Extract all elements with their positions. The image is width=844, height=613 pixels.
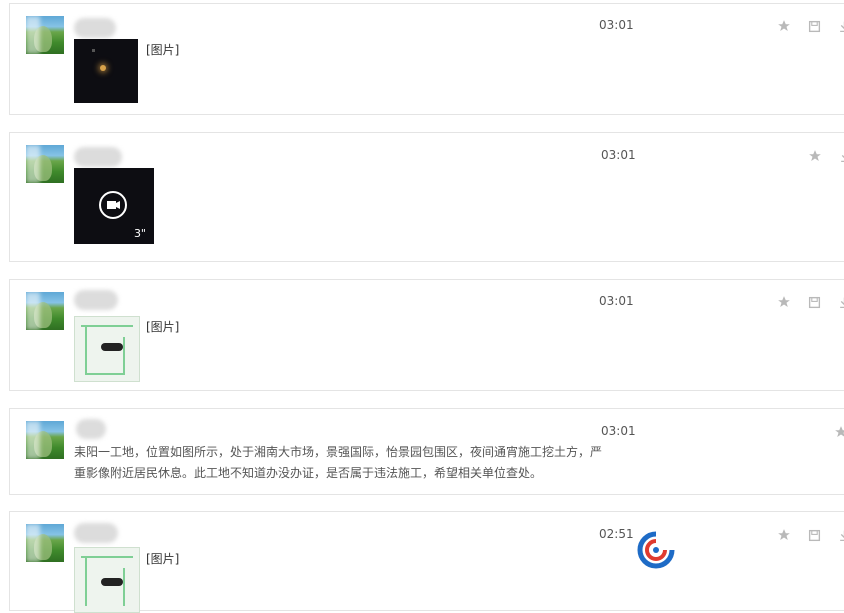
sender-name-blurred bbox=[76, 419, 106, 439]
sender-name-blurred bbox=[74, 523, 118, 543]
star-icon[interactable] bbox=[775, 17, 793, 35]
message-card: 耒阳一工地，位置如图所示，处于湘南大市场，景强国际，怡景园包围区，夜间通宵施工挖… bbox=[9, 408, 844, 495]
message-card: 3" 03:01 bbox=[9, 132, 844, 262]
message-time: 03:01 bbox=[599, 18, 634, 32]
message-time: 02:51 bbox=[599, 527, 634, 541]
message-card: [图片] 02:51 bbox=[9, 511, 844, 613]
sender-name-blurred bbox=[74, 147, 122, 167]
image-thumbnail[interactable] bbox=[74, 39, 138, 103]
star-icon[interactable] bbox=[775, 526, 793, 544]
sender-name-blurred bbox=[74, 290, 118, 310]
download-icon[interactable] bbox=[835, 526, 844, 544]
message-text: 耒阳一工地，位置如图所示，处于湘南大市场，景强国际，怡景园包围区，夜间通宵施工挖… bbox=[74, 442, 614, 484]
message-card: [图片] 03:01 bbox=[9, 3, 844, 115]
image-placeholder-label: [图片] bbox=[146, 320, 180, 334]
save-icon[interactable] bbox=[805, 17, 823, 35]
map-image-thumbnail[interactable] bbox=[74, 316, 140, 382]
video-play-icon[interactable] bbox=[99, 191, 127, 219]
message-time: 03:01 bbox=[599, 294, 634, 308]
save-icon[interactable] bbox=[805, 526, 823, 544]
download-icon[interactable] bbox=[835, 17, 844, 35]
message-time: 03:01 bbox=[601, 148, 636, 162]
map-image-thumbnail[interactable] bbox=[74, 547, 140, 613]
download-icon[interactable] bbox=[835, 293, 844, 311]
image-placeholder-label: [图片] bbox=[146, 43, 180, 57]
message-actions bbox=[832, 423, 844, 441]
avatar[interactable] bbox=[26, 16, 64, 54]
message-card: [图片] 03:01 bbox=[9, 279, 844, 391]
star-icon[interactable] bbox=[832, 423, 844, 441]
avatar[interactable] bbox=[26, 292, 64, 330]
star-icon[interactable] bbox=[775, 293, 793, 311]
message-text-line: 重影像附近居民休息。此工地不知道办没办证，是否属于违法施工，希望相关单位查处。 bbox=[74, 466, 543, 480]
message-actions bbox=[806, 147, 844, 165]
image-placeholder-label: [图片] bbox=[146, 552, 180, 566]
video-duration: 3" bbox=[133, 227, 146, 240]
star-icon[interactable] bbox=[806, 147, 824, 165]
download-icon[interactable] bbox=[836, 147, 844, 165]
message-actions bbox=[775, 526, 844, 544]
avatar[interactable] bbox=[26, 145, 64, 183]
sender-name-blurred bbox=[74, 18, 116, 38]
message-text-line: 耒阳一工地，位置如图所示，处于湘南大市场，景强国际，怡景园包围区，夜间通宵施工挖… bbox=[74, 445, 603, 459]
message-time: 03:01 bbox=[601, 424, 636, 438]
message-actions bbox=[775, 293, 844, 311]
message-actions bbox=[775, 17, 844, 35]
avatar[interactable] bbox=[26, 421, 64, 459]
save-icon[interactable] bbox=[805, 293, 823, 311]
watermark-logo bbox=[636, 530, 676, 570]
avatar[interactable] bbox=[26, 524, 64, 562]
video-thumbnail[interactable]: 3" bbox=[74, 168, 154, 244]
